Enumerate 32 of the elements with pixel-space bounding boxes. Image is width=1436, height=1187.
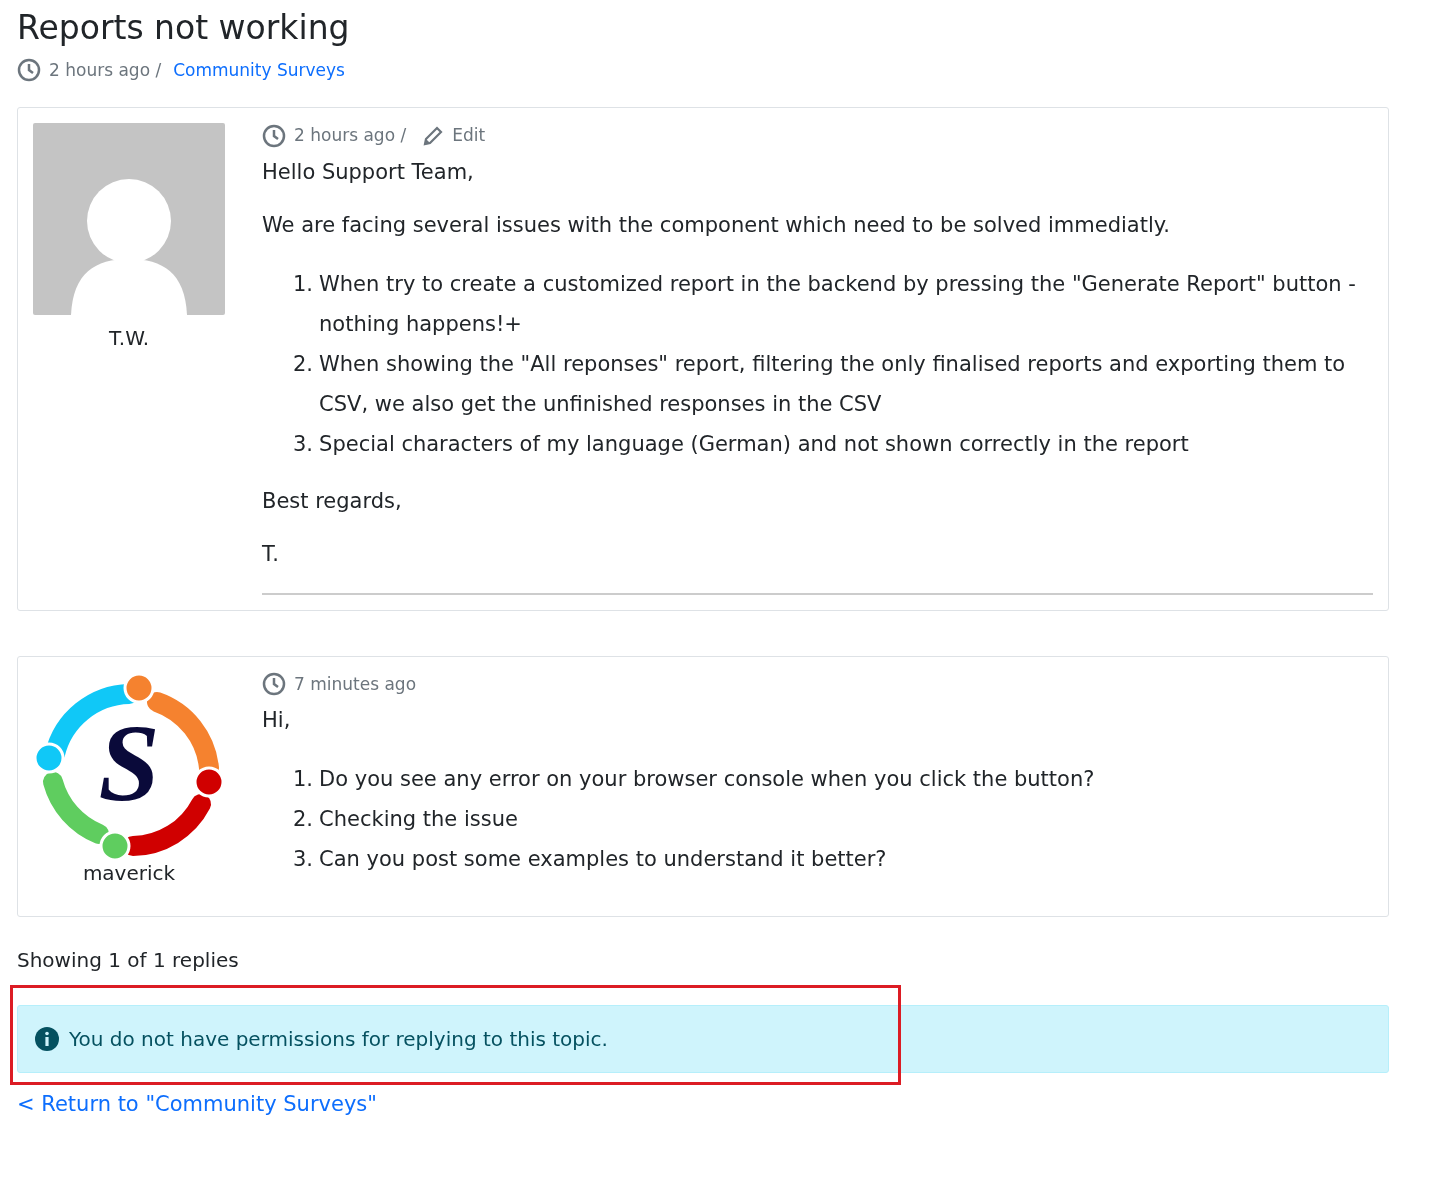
post-text: Hello Support Team, bbox=[262, 158, 475, 186]
author-name: T.W. bbox=[107, 325, 150, 353]
post-text: We are facing several issues with the component which need to be solved immediatly. bbox=[262, 212, 1171, 240]
list-item: When try to create a customized report in the backend by pressing the "Generate Report" button - nothing happens!+ bbox=[319, 270, 1357, 338]
list-number: 1. bbox=[293, 765, 314, 793]
forum-link[interactable]: Community Surveys bbox=[173, 57, 345, 84]
replies-count: Showing 1 of 1 replies bbox=[17, 946, 240, 974]
list-item: Do you see any error on your browser console when you click the button? bbox=[319, 765, 1095, 793]
list-number: 1. bbox=[293, 270, 314, 298]
info-icon bbox=[35, 1026, 59, 1051]
alert-text: You do not have permissions for replying to this topic. bbox=[69, 1025, 608, 1053]
post-time: 2 hours ago / bbox=[294, 124, 407, 148]
list-number: 2. bbox=[293, 805, 314, 833]
list-item: Special characters of my language (German) and not shown correctly in the report bbox=[319, 430, 1189, 458]
list-number: 3. bbox=[293, 430, 314, 458]
pencil-icon bbox=[422, 124, 445, 147]
list-item: Can you post some examples to understand it better? bbox=[319, 845, 887, 873]
edit-link[interactable]: Edit bbox=[422, 123, 486, 149]
clock-icon bbox=[262, 123, 286, 148]
clock-icon bbox=[262, 672, 286, 697]
clock-icon bbox=[17, 58, 41, 83]
list-number: 3. bbox=[293, 845, 314, 873]
post-text: T. bbox=[262, 541, 280, 569]
return-link[interactable]: < Return to "Community Surveys" bbox=[17, 1091, 377, 1116]
post-text: Hi, bbox=[262, 707, 292, 735]
post-time: 2 hours ago / bbox=[49, 58, 162, 82]
list-number: 2. bbox=[293, 350, 314, 378]
post-time: 7 minutes ago bbox=[294, 672, 417, 696]
post-text: Best regards, bbox=[262, 487, 403, 515]
list-item: Checking the issue bbox=[319, 805, 518, 833]
topic-title: Reports not working bbox=[17, 8, 351, 48]
list-item: When showing the "All reponses" report, filtering the only finalised reports and exporting them to CSV, we also get the unfinished responses in the CSV bbox=[319, 350, 1347, 418]
